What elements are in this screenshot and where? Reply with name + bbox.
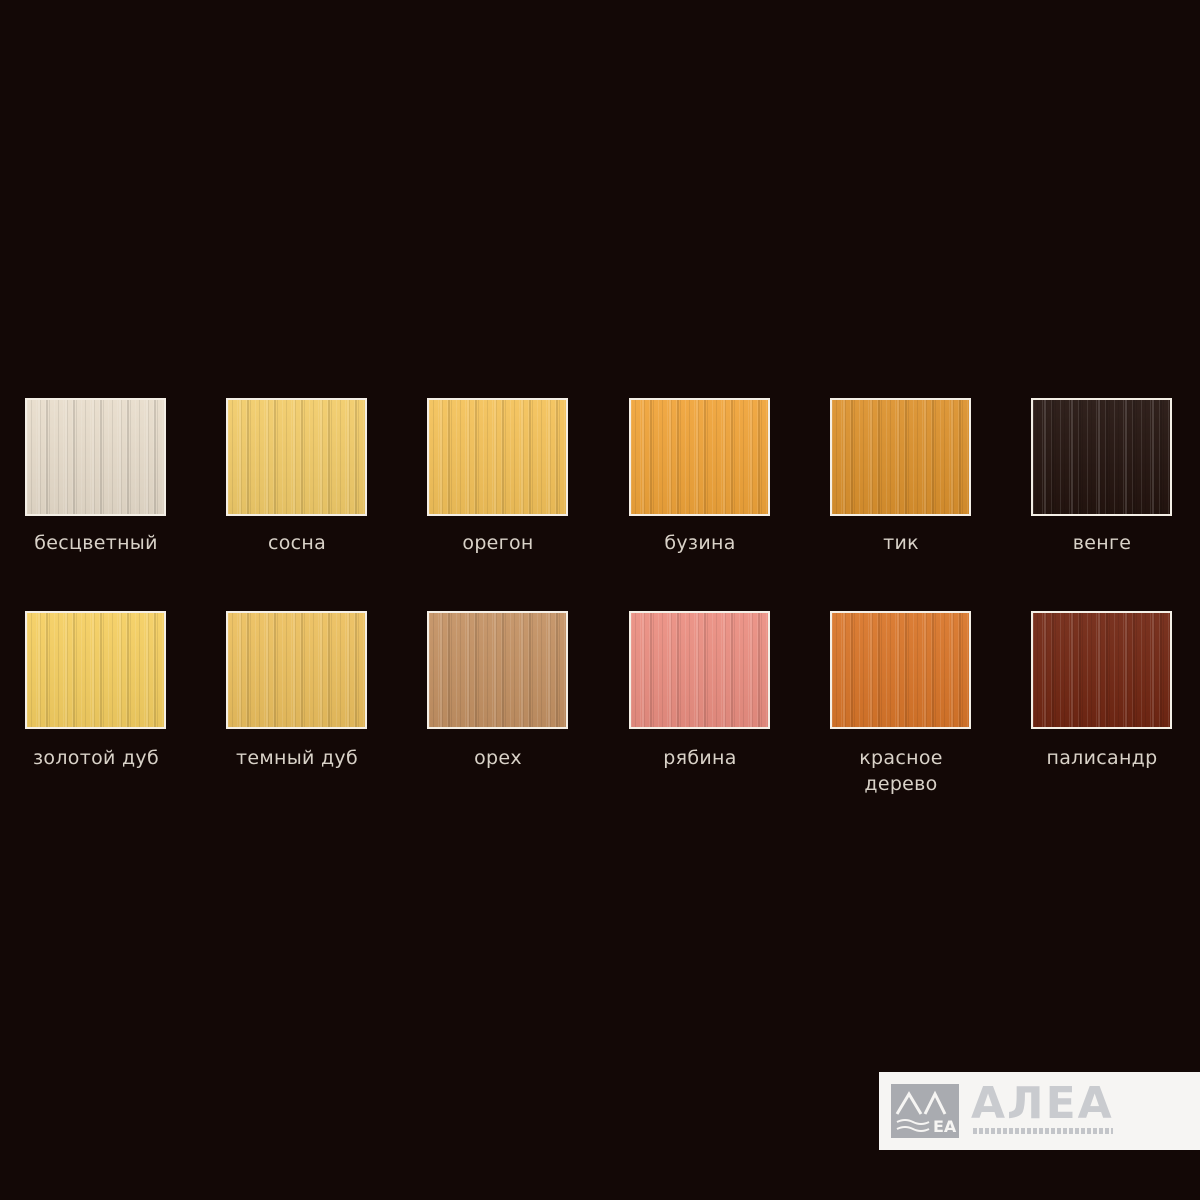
swatch-label: рябина — [663, 747, 737, 769]
wood-grain-texture — [1033, 400, 1170, 514]
color-swatch — [830, 398, 971, 516]
wood-grain-texture — [832, 400, 969, 514]
swatch-label: орегон — [462, 532, 534, 554]
swatch-label: золотой дуб — [33, 747, 159, 769]
swatch-label: венге — [1072, 532, 1132, 554]
color-swatch — [830, 611, 971, 729]
wood-grain-texture — [27, 400, 164, 514]
wood-grain-texture — [429, 613, 566, 727]
swatch-label: орех — [474, 747, 522, 769]
wood-grain-texture — [631, 400, 768, 514]
swatch-label: тик — [883, 532, 919, 554]
color-swatch — [226, 398, 367, 516]
wood-grain-texture — [27, 613, 164, 727]
wood-grain-texture — [832, 613, 969, 727]
watermark-logo: ЕА АЛЕА — [879, 1072, 1200, 1150]
wood-grain-texture — [228, 400, 365, 514]
wood-grain-texture — [1033, 613, 1170, 727]
color-swatch — [226, 611, 367, 729]
swatch-label: бузина — [664, 532, 736, 554]
svg-text:ЕА: ЕА — [933, 1117, 957, 1136]
color-palette-page: бесцветный сосна орегон бузина тик венге золот… — [0, 0, 1200, 1200]
color-swatch — [629, 611, 770, 729]
swatch-label: сосна — [267, 532, 327, 554]
color-swatch — [427, 398, 568, 516]
wood-grain-texture — [228, 613, 365, 727]
color-swatch — [427, 611, 568, 729]
color-swatch — [1031, 611, 1172, 729]
swatch-label: темный дуб — [235, 747, 358, 769]
wood-grain-texture — [429, 400, 566, 514]
wood-grain-texture — [631, 613, 768, 727]
color-swatch — [25, 611, 166, 729]
swatch-label: палисандр — [1046, 747, 1158, 769]
color-swatch — [1031, 398, 1172, 516]
swatch-label: бесцветный — [34, 532, 158, 554]
swatch-label: красное дерево — [859, 747, 943, 795]
alea-logo-icon: ЕА — [891, 1084, 959, 1138]
color-swatch — [629, 398, 770, 516]
logo-tagline — [973, 1128, 1113, 1134]
color-swatch — [25, 398, 166, 516]
logo-wordmark: АЛЕА — [971, 1078, 1114, 1129]
